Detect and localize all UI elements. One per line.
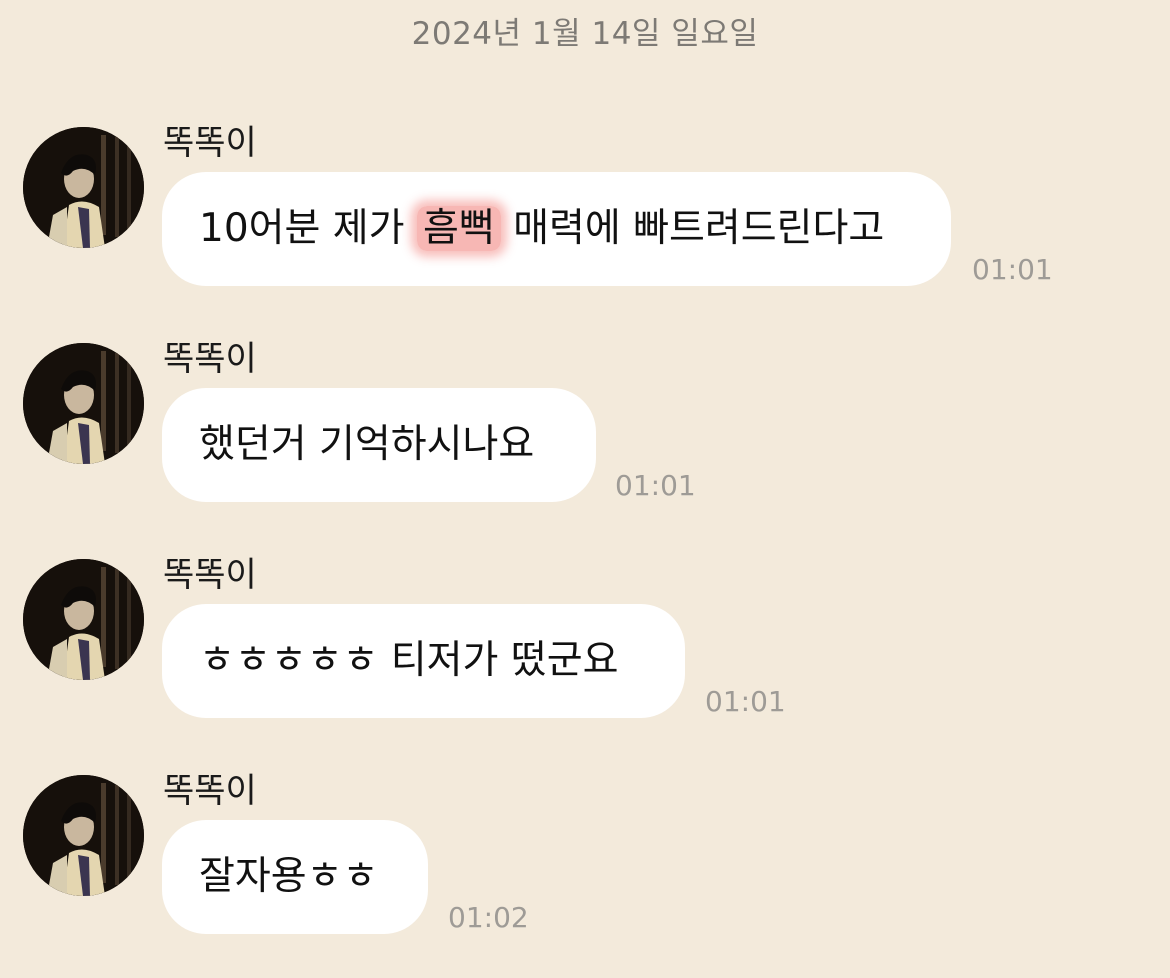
avatar[interactable] <box>23 559 144 680</box>
avatar[interactable] <box>23 775 144 896</box>
message-bubble[interactable]: 했던거 기억하시나요 <box>162 388 596 502</box>
highlighted-text: 흠뻑 <box>416 206 501 251</box>
avatar[interactable] <box>23 343 144 464</box>
message-text: 했던거 기억하시나요 <box>199 422 535 467</box>
message-text: 잘자용ㅎㅎ <box>199 854 379 899</box>
message-text: ㅎㅎㅎㅎㅎ 티저가 떴군요 <box>199 638 619 683</box>
message-text: 매력에 빠트려드린다고 <box>500 206 885 251</box>
message-row: 똑똑이 잘자용ㅎㅎ 01:02 <box>0 0 1170 934</box>
sender-name: 똑똑이 <box>163 339 257 379</box>
sender-name: 똑똑이 <box>163 771 257 811</box>
profile-photo-icon <box>23 775 144 896</box>
timestamp: 01:01 <box>705 685 786 718</box>
sender-name: 똑똑이 <box>163 555 257 595</box>
timestamp: 01:01 <box>615 469 696 502</box>
message-bubble[interactable]: 잘자용ㅎㅎ <box>162 820 428 934</box>
timestamp: 01:01 <box>972 253 1053 286</box>
message-text: 10어분 제가 <box>199 206 417 251</box>
message-bubble[interactable]: ㅎㅎㅎㅎㅎ 티저가 떴군요 <box>162 604 685 718</box>
profile-photo-icon <box>23 559 144 680</box>
timestamp: 01:02 <box>448 901 529 934</box>
profile-photo-icon <box>23 343 144 464</box>
